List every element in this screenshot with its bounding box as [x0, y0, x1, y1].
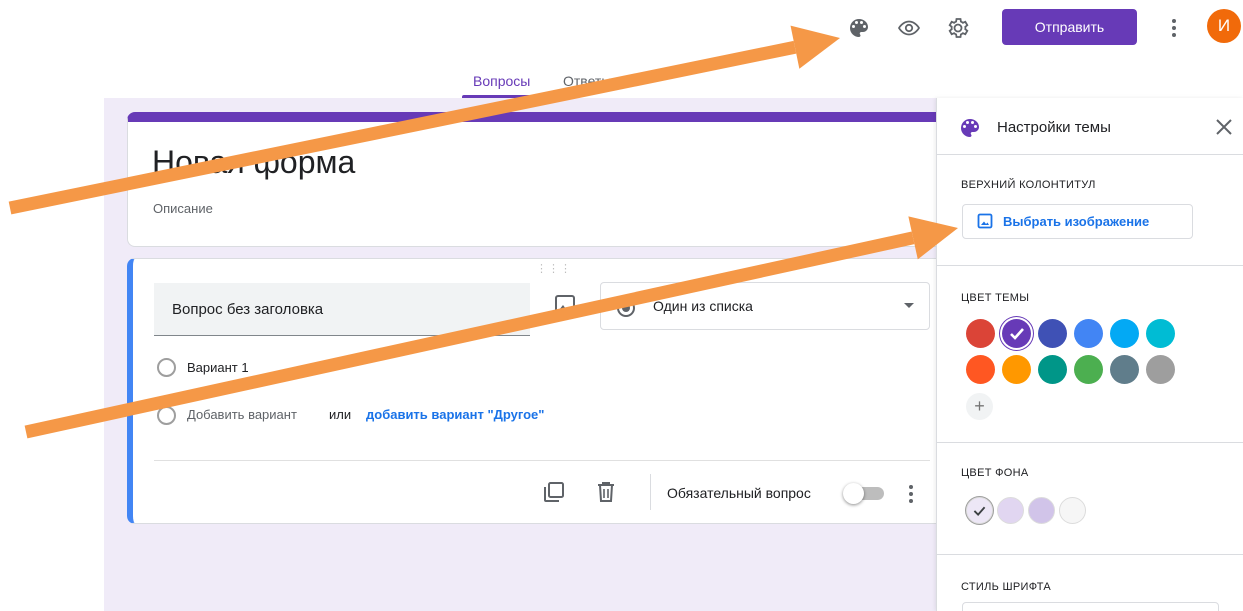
card-footer-divider — [154, 460, 930, 461]
theme-color-swatch[interactable] — [1110, 319, 1139, 348]
choose-image-label[interactable]: Выбрать изображение — [1003, 214, 1149, 229]
avatar[interactable]: И — [1207, 9, 1241, 43]
theme-color-swatch[interactable] — [1146, 355, 1175, 384]
required-label: Обязательный вопрос — [667, 485, 811, 501]
add-image-icon[interactable] — [554, 294, 576, 316]
palette-icon[interactable] — [845, 14, 873, 42]
panel-header-divider — [936, 154, 1243, 155]
image-icon — [977, 213, 993, 229]
or-text: или — [329, 407, 352, 422]
form-description[interactable]: Описание — [153, 201, 213, 216]
theme-color-swatch[interactable] — [966, 319, 995, 348]
add-option-radio-icon — [157, 406, 176, 425]
theme-color-swatch[interactable] — [1110, 355, 1139, 384]
form-title[interactable]: Новая форма — [152, 144, 355, 181]
radio-button-icon — [616, 298, 636, 318]
bg-color-swatch[interactable] — [1028, 497, 1055, 524]
tab-questions[interactable]: Вопросы — [473, 73, 530, 89]
panel-divider — [936, 442, 1243, 443]
more-vert-icon[interactable] — [897, 480, 925, 508]
font-style-section-label: СТИЛЬ ШРИФТА — [961, 581, 1052, 593]
bg-color-swatch[interactable] — [997, 497, 1024, 524]
theme-color-swatch[interactable] — [1002, 319, 1031, 348]
bg-color-section-label: ЦВЕТ ФОНА — [961, 467, 1029, 479]
chevron-down-icon — [904, 303, 914, 308]
footer-separator — [650, 474, 651, 510]
theme-color-section-label: ЦВЕТ ТЕМЫ — [961, 292, 1030, 304]
theme-color-swatch[interactable] — [1038, 319, 1067, 348]
tab-answers[interactable]: Ответы — [563, 73, 635, 89]
question-type-label: Один из списка — [653, 298, 753, 314]
gear-icon[interactable] — [944, 14, 972, 42]
add-custom-color-button[interactable]: + — [966, 393, 993, 420]
add-option-link[interactable]: Добавить вариант — [187, 407, 297, 422]
font-style-select[interactable] — [962, 602, 1219, 611]
bg-color-swatch[interactable] — [966, 497, 993, 524]
option-radio-icon — [157, 358, 176, 377]
trash-icon[interactable] — [595, 480, 617, 504]
theme-color-swatch[interactable] — [1038, 355, 1067, 384]
theme-color-swatch[interactable] — [1002, 355, 1031, 384]
bg-color-swatch[interactable] — [1059, 497, 1086, 524]
theme-color-swatch[interactable] — [966, 355, 995, 384]
theme-color-swatch[interactable] — [1074, 355, 1103, 384]
more-vert-icon[interactable] — [1160, 14, 1188, 42]
required-toggle-knob[interactable] — [843, 483, 864, 504]
panel-title: Настройки темы — [997, 119, 1111, 136]
duplicate-icon[interactable] — [542, 480, 566, 504]
panel-divider — [936, 554, 1243, 555]
arrow-to-palette-head — [790, 25, 840, 69]
option-label[interactable]: Вариант 1 — [187, 360, 249, 375]
palette-icon — [958, 116, 982, 140]
close-icon[interactable] — [1213, 116, 1235, 138]
send-button[interactable]: Отправить — [1002, 9, 1137, 45]
add-other-option-link[interactable]: добавить вариант "Другое" — [366, 407, 544, 422]
panel-divider — [936, 265, 1243, 266]
drag-handle-icon[interactable]: ⋮⋮⋮ — [536, 262, 572, 275]
check-icon — [973, 506, 986, 517]
check-icon — [1010, 328, 1024, 340]
theme-color-swatch[interactable] — [1146, 319, 1175, 348]
theme-color-swatch[interactable] — [1074, 319, 1103, 348]
question-type-select[interactable] — [600, 282, 930, 330]
question-title: Вопрос без заголовка — [172, 301, 324, 318]
preview-eye-icon[interactable] — [895, 14, 923, 42]
header-section-label: ВЕРХНИЙ КОЛОНТИТУЛ — [961, 179, 1096, 191]
